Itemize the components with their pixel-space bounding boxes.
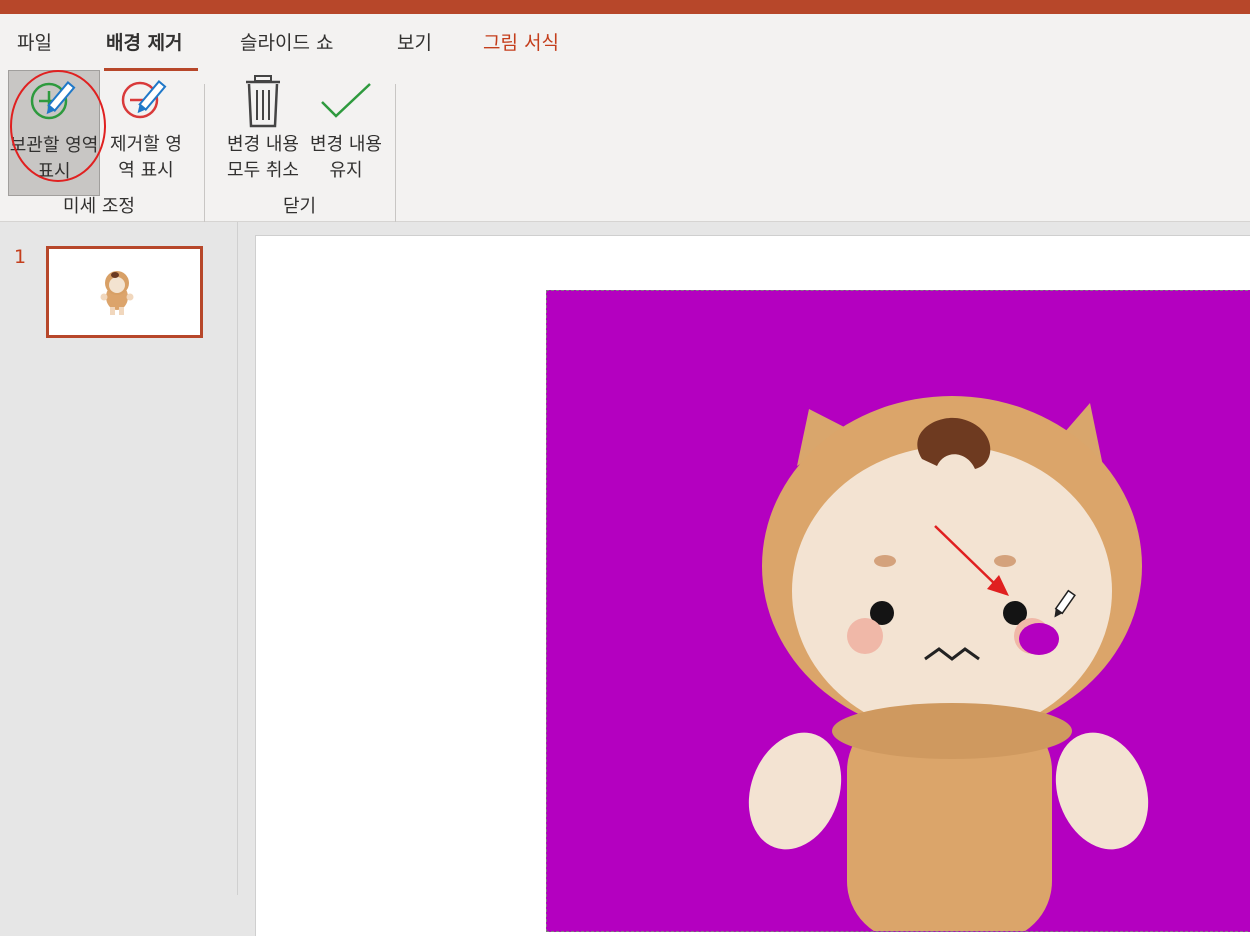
- mark-keep-label: 보관할 영역 표시: [9, 135, 99, 182]
- keep-changes-button[interactable]: 변경 내용 유지: [310, 70, 382, 196]
- slide-canvas-area: [238, 222, 1250, 936]
- discard-label: 변경 내용 모두 취소: [227, 134, 299, 181]
- slide-thumbnail[interactable]: [46, 246, 203, 338]
- plush-doll-image: [748, 396, 1149, 931]
- slide-thumbnail-pane: 1: [0, 222, 238, 895]
- keep-label: 변경 내용 유지: [310, 134, 382, 181]
- discard-all-changes-button[interactable]: 변경 내용 모두 취소: [217, 70, 309, 196]
- group-label-refine: 미세 조정: [63, 196, 135, 217]
- mark-areas-to-keep-button[interactable]: 보관할 영역 표시: [8, 70, 100, 196]
- group-separator: [204, 84, 205, 226]
- title-bar-strip: [0, 0, 1250, 14]
- trash-icon: [246, 75, 280, 128]
- tab-background-removal[interactable]: 배경 제거: [106, 28, 183, 55]
- checkmark-icon: [321, 83, 371, 118]
- mark-areas-to-remove-button[interactable]: 제거할 영역 표시: [102, 70, 190, 196]
- background-removal-picture[interactable]: [546, 290, 1250, 932]
- minus-pencil-icon: [121, 80, 167, 119]
- group-separator: [395, 84, 396, 226]
- tab-view[interactable]: 보기: [397, 28, 432, 55]
- doll-thumbnail-image: [100, 271, 134, 315]
- tab-slide-show[interactable]: 슬라이드 쇼: [240, 28, 333, 55]
- plus-pencil-icon: [30, 81, 76, 120]
- mark-remove-label: 제거할 영역 표시: [110, 134, 182, 181]
- slide-number: 1: [14, 246, 27, 268]
- ribbon: 파일 배경 제거 슬라이드 쇼 보기 그림 서식 보관할 영역 표시 제거할 영…: [0, 14, 1250, 226]
- tab-picture-format[interactable]: 그림 서식: [483, 28, 559, 55]
- group-label-close: 닫기: [282, 196, 317, 217]
- tab-file[interactable]: 파일: [17, 28, 52, 55]
- slide: [255, 235, 1250, 936]
